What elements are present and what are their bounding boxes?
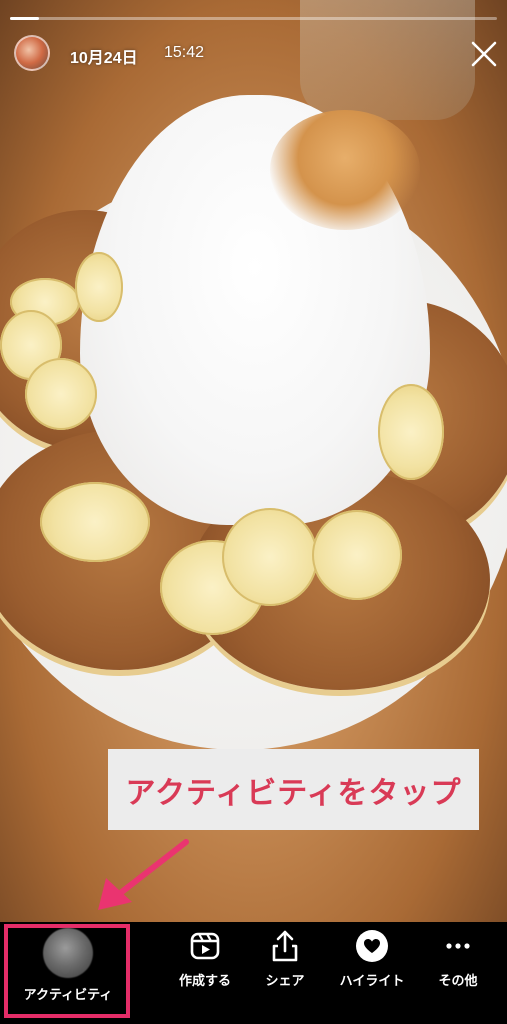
activity-button[interactable]: アクティビティ xyxy=(12,928,124,1003)
more-button[interactable]: その他 xyxy=(428,928,488,989)
close-button[interactable] xyxy=(468,38,500,70)
banana-slice xyxy=(312,510,402,600)
instruction-text: アクティビティをタップ xyxy=(125,775,462,811)
banana-slice xyxy=(25,358,97,430)
more-icon xyxy=(446,943,470,949)
activity-avatar xyxy=(43,928,93,978)
story-progress-bar xyxy=(10,17,497,20)
more-label: その他 xyxy=(438,974,478,989)
pointer-arrow xyxy=(98,839,189,910)
banana-slice xyxy=(378,384,444,480)
instruction-callout: アクティビティをタップ xyxy=(108,749,479,830)
highlight-button[interactable]: ハイライト xyxy=(330,928,414,989)
activity-label: アクティビティ xyxy=(23,988,113,1003)
crumble-topping xyxy=(270,110,420,230)
create-button[interactable]: 作成する xyxy=(170,928,240,989)
banana-slice xyxy=(40,482,150,562)
highlight-label: ハイライト xyxy=(339,974,405,989)
heart-icon xyxy=(356,930,388,962)
story-screen: 10月24日 15:42 アクティビティをタップ アクティビティ 作成する シェ… xyxy=(0,0,507,1024)
reels-icon xyxy=(190,932,220,960)
story-date: 10月24日 xyxy=(70,50,138,67)
story-time: 15:42 xyxy=(164,44,205,61)
share-label: シェア xyxy=(265,974,305,989)
share-icon xyxy=(272,930,298,962)
banana-slice xyxy=(222,508,318,606)
banana-slice xyxy=(75,252,123,322)
share-button[interactable]: シェア xyxy=(255,928,315,989)
create-label: 作成する xyxy=(178,974,231,989)
close-icon xyxy=(471,41,497,67)
story-progress-fill xyxy=(10,17,40,20)
profile-avatar[interactable] xyxy=(14,35,50,71)
